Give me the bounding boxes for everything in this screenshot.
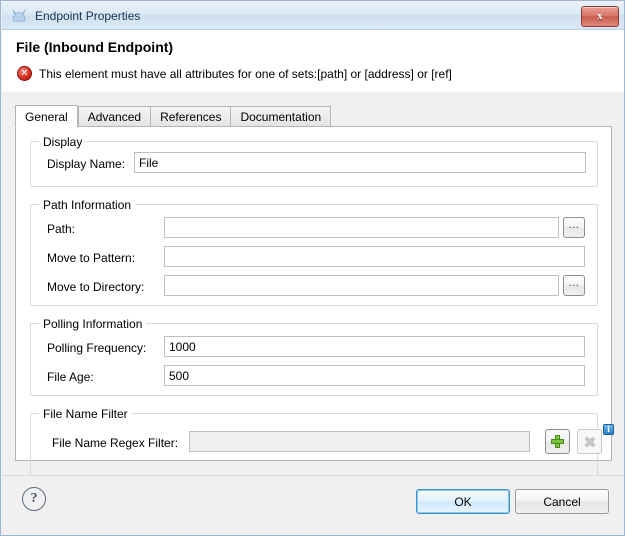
group-path-information: Path Information Path: ... Move to Patte… [30,198,598,306]
label-polling-frequency: Polling Frequency: [47,341,147,355]
help-button[interactable]: ? [22,487,46,511]
remove-icon [584,436,596,448]
info-icon[interactable]: i [603,424,614,435]
page-title: File (Inbound Endpoint) [16,39,174,55]
tab-advanced[interactable]: Advanced [77,106,151,127]
cancel-button[interactable]: Cancel [515,489,609,514]
polling-frequency-input[interactable] [164,336,585,357]
endpoint-icon [10,7,28,25]
title-bar: Endpoint Properties x [2,2,624,30]
endpoint-properties-dialog: Endpoint Properties x File (Inbound Endp… [0,0,625,536]
ellipsis-icon: ... [568,276,580,289]
tab-references[interactable]: References [150,106,231,127]
window-title: Endpoint Properties [35,8,141,23]
validation-message-row: ✕ This element must have all attributes … [17,66,452,81]
display-name-input[interactable] [134,152,586,173]
close-button[interactable]: x [581,6,619,27]
ok-button[interactable]: OK [416,489,510,514]
group-file-name-filter-legend: File Name Filter [39,407,132,421]
file-age-input[interactable] [164,365,585,386]
move-to-directory-browse-button[interactable]: ... [563,275,585,296]
remove-filter-button[interactable] [577,429,602,454]
dialog-body: General Advanced References Documentatio… [2,92,624,477]
question-mark-icon: ? [30,491,38,506]
close-icon: x [597,10,603,22]
label-display-name: Display Name: [47,157,126,171]
move-to-directory-input[interactable] [164,275,559,296]
tab-general[interactable]: General [15,105,78,128]
label-file-age: File Age: [47,370,94,384]
label-move-to-directory: Move to Directory: [47,280,145,294]
group-polling-information: Polling Information Polling Frequency: F… [30,317,598,396]
validation-message: This element must have all attributes fo… [39,66,452,81]
tab-panel-general: Display Display Name: Path Information P… [15,126,614,477]
group-polling-information-legend: Polling Information [39,317,147,331]
path-browse-button[interactable]: ... [563,217,585,238]
tab-strip: General Advanced References Documentatio… [15,105,332,128]
label-file-name-regex-filter: File Name Regex Filter: [52,436,179,450]
error-icon-glyph: ✕ [20,67,29,79]
label-path: Path: [47,222,76,236]
dialog-header: File (Inbound Endpoint) ✕ This element m… [2,30,624,92]
add-filter-button[interactable] [545,429,570,454]
label-move-to-pattern: Move to Pattern: [47,251,136,265]
ellipsis-icon: ... [568,218,580,231]
group-display: Display Display Name: [30,135,598,187]
file-name-regex-filter-input[interactable] [189,431,530,452]
group-display-legend: Display [39,135,87,149]
path-input[interactable] [164,217,559,238]
info-icon-glyph: i [607,424,610,434]
dialog-footer: ? OK Cancel [2,475,624,535]
move-to-pattern-input[interactable] [164,246,585,267]
group-file-name-filter: File Name Filter File Name Regex Filter:… [30,407,614,477]
tab-documentation[interactable]: Documentation [230,106,332,127]
group-path-information-legend: Path Information [39,198,136,212]
plus-icon [551,435,564,448]
error-icon: ✕ [17,66,32,81]
